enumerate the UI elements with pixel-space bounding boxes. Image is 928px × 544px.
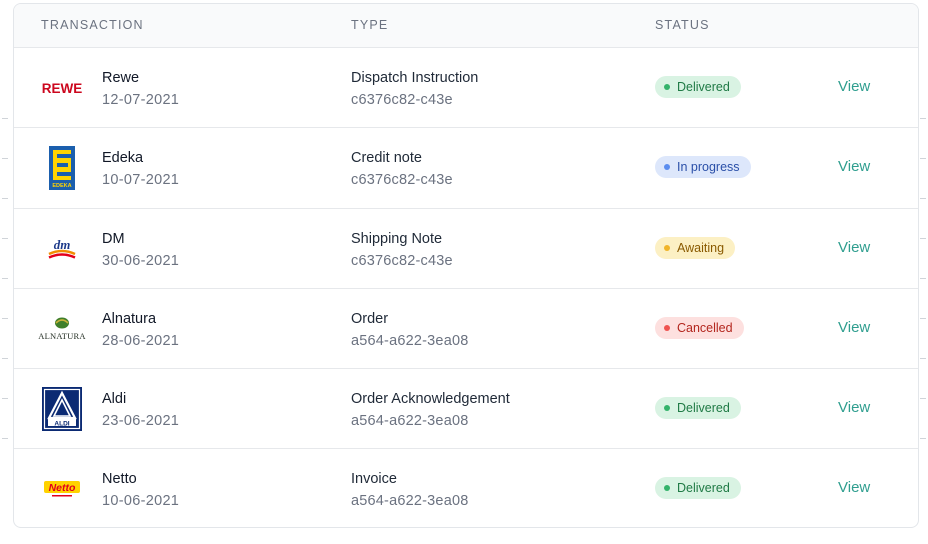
status-badge: Cancelled (655, 316, 744, 339)
transaction-date: 30-06-2021 (102, 252, 180, 269)
status-label: Cancelled (677, 320, 733, 335)
status-label: Awaiting (677, 240, 725, 255)
status-dot-icon (664, 324, 670, 331)
table-row: dm DM 30-06-2021 Shipping Note c6376c82-… (14, 209, 918, 289)
status-badge: Delivered (655, 397, 741, 420)
transactions-table: TRANSACTION TYPE STATUS REWE Rewe 12-07-… (13, 3, 919, 528)
view-link[interactable]: View (838, 78, 870, 95)
table-header: TRANSACTION TYPE STATUS (14, 4, 918, 48)
status-dot-icon (664, 485, 670, 492)
view-link[interactable]: View (838, 239, 870, 256)
table-row: ALNATURA Alnatura 28-06-2021 Order a564-… (14, 289, 918, 370)
document-code: c6376c82-c43e (351, 172, 453, 189)
status-badge: Delivered (655, 76, 741, 98)
document-type: Order (351, 310, 389, 327)
table-row: ALDI Aldi 23-06-2021 Order Acknowledgeme… (14, 369, 918, 450)
document-type: Shipping Note (351, 230, 443, 247)
alnatura-logo: ALNATURA (38, 307, 86, 351)
table-row: REWE Rewe 12-07-2021 Dispatch Instructio… (14, 48, 918, 129)
edge-marks-right (920, 118, 926, 458)
column-header-transaction: TRANSACTION (41, 18, 144, 32)
view-link[interactable]: View (838, 158, 870, 175)
document-code: a564-a622-3ea08 (351, 413, 469, 430)
rewe-logo: REWE (38, 66, 86, 110)
transaction-name: Edeka (102, 150, 144, 167)
view-link[interactable]: View (838, 479, 870, 496)
transaction-date: 10-07-2021 (102, 172, 180, 189)
table-row: Netto Netto 10-06-2021 Invoice a564-a622… (14, 449, 918, 527)
transaction-name: Netto (102, 471, 137, 488)
svg-text:Netto: Netto (49, 482, 76, 494)
svg-text:ALDI: ALDI (54, 420, 69, 427)
document-code: c6376c82-c43e (351, 252, 453, 269)
status-dot-icon (664, 244, 670, 251)
edge-marks-left (2, 118, 8, 458)
transaction-name: Rewe (102, 70, 140, 86)
view-link[interactable]: View (838, 319, 870, 336)
transaction-name: Aldi (102, 391, 127, 408)
netto-logo: Netto (38, 467, 86, 511)
column-header-type: TYPE (351, 18, 389, 32)
document-type: Order Acknowledgement (351, 391, 510, 408)
svg-text:EDEKA: EDEKA (52, 183, 71, 189)
edeka-logo: EDEKA (38, 146, 86, 191)
document-code: a564-a622-3ea08 (351, 493, 469, 510)
status-badge: In progress (655, 156, 751, 179)
status-badge: Awaiting (655, 236, 736, 259)
view-link[interactable]: View (838, 399, 870, 416)
transaction-name: Alnatura (102, 310, 157, 327)
document-type: Invoice (351, 471, 397, 488)
table-row: EDEKA Edeka 10-07-2021 Credit note c6376… (14, 128, 918, 209)
status-label: Delivered (677, 80, 730, 94)
status-dot-icon (664, 164, 670, 171)
transaction-date: 12-07-2021 (102, 92, 180, 108)
column-header-status: STATUS (655, 18, 710, 32)
transaction-date: 23-06-2021 (102, 413, 180, 430)
status-badge: Delivered (655, 477, 741, 500)
status-label: Delivered (677, 401, 730, 416)
transaction-name: DM (102, 230, 125, 247)
transaction-date: 28-06-2021 (102, 332, 180, 349)
svg-text:ALNATURA: ALNATURA (38, 331, 86, 341)
document-code: a564-a622-3ea08 (351, 332, 469, 349)
document-code: c6376c82-c43e (351, 92, 453, 108)
status-label: Delivered (677, 481, 730, 496)
transaction-date: 10-06-2021 (102, 493, 180, 510)
aldi-logo: ALDI (38, 387, 86, 432)
svg-text:REWE: REWE (42, 81, 83, 96)
status-dot-icon (664, 84, 670, 90)
dm-logo: dm (38, 227, 86, 271)
page: TRANSACTION TYPE STATUS REWE Rewe 12-07-… (0, 0, 928, 544)
status-label: In progress (677, 160, 740, 175)
document-type: Credit note (351, 150, 422, 167)
status-dot-icon (664, 405, 670, 412)
document-type: Dispatch Instruction (351, 70, 479, 86)
